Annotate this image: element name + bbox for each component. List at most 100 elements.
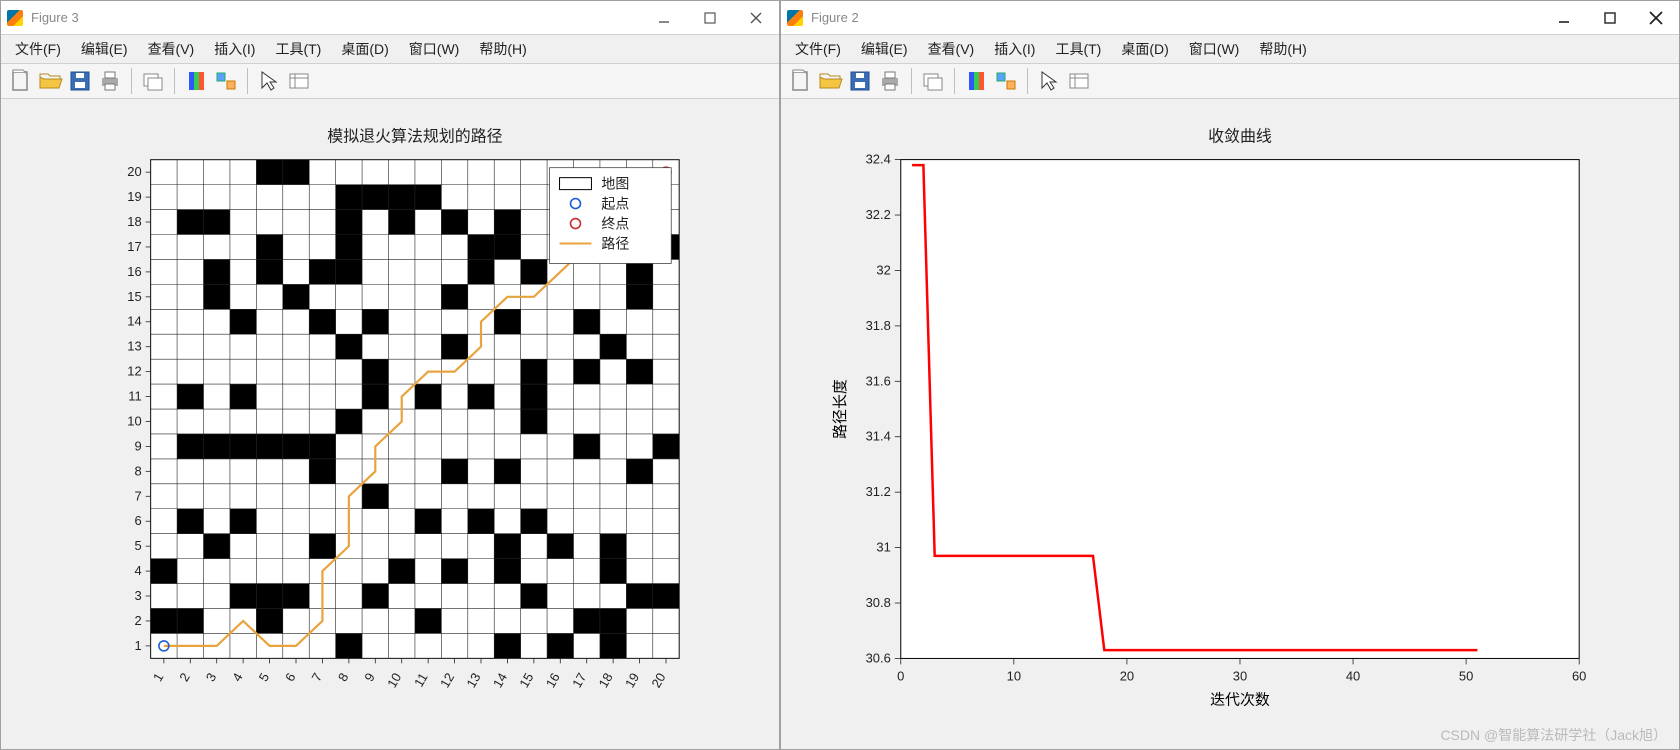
svg-text:32: 32 [876, 262, 890, 277]
toolbar-copyfig-icon[interactable] [139, 67, 167, 95]
svg-text:收敛曲线: 收敛曲线 [1208, 128, 1272, 146]
svg-text:13: 13 [463, 670, 483, 690]
svg-text:8: 8 [134, 463, 141, 478]
svg-text:8: 8 [335, 670, 352, 684]
svg-text:起点: 起点 [601, 196, 629, 212]
svg-text:20: 20 [1120, 668, 1134, 683]
maximize-button[interactable] [687, 1, 733, 34]
svg-text:19: 19 [127, 189, 141, 204]
minimize-button[interactable] [1541, 1, 1587, 34]
toolbar-colorbar-icon[interactable] [962, 67, 990, 95]
axes-path-plan[interactable]: 模拟退火算法规划的路径12345678910111213141516171819… [1, 99, 779, 749]
toolbar-save-icon[interactable] [66, 67, 94, 95]
title-bar[interactable]: Figure 3 [1, 1, 779, 35]
svg-text:13: 13 [127, 339, 141, 354]
menu-view[interactable]: 查看(V) [920, 37, 983, 61]
maximize-button[interactable] [1587, 1, 1633, 34]
svg-text:15: 15 [127, 289, 141, 304]
close-button[interactable] [1633, 1, 1679, 34]
toolbar-new-icon[interactable] [6, 67, 34, 95]
axes-convergence[interactable]: 收敛曲线010203040506030.630.83131.231.431.63… [781, 99, 1679, 749]
svg-text:5: 5 [256, 670, 273, 684]
svg-text:31.2: 31.2 [866, 484, 891, 499]
menu-window[interactable]: 窗口(W) [1181, 37, 1248, 61]
svg-text:17: 17 [569, 670, 589, 690]
toolbar-new-icon[interactable] [786, 67, 814, 95]
menu-bar: 文件(F) 编辑(E) 查看(V) 插入(I) 工具(T) 桌面(D) 窗口(W… [1, 35, 779, 63]
menu-edit[interactable]: 编辑(E) [73, 37, 136, 61]
svg-text:32.4: 32.4 [866, 152, 891, 167]
toolbar-pointer-icon[interactable] [255, 67, 283, 95]
svg-text:模拟退火算法规划的路径: 模拟退火算法规划的路径 [327, 127, 502, 146]
window-title: Figure 3 [31, 10, 79, 25]
menu-help[interactable]: 帮助(H) [471, 37, 534, 61]
svg-text:12: 12 [127, 364, 141, 379]
toolbar-datacursor-icon[interactable] [1065, 67, 1093, 95]
matlab-icon [7, 10, 23, 26]
svg-text:20: 20 [648, 670, 668, 690]
toolbar-colorbar-icon[interactable] [182, 67, 210, 95]
menu-tools[interactable]: 工具(T) [1047, 37, 1109, 61]
figure-window-2: Figure 2 文件(F) 编辑(E) 查看(V) 插入(I) 工具(T) 桌… [780, 0, 1680, 750]
toolbar-linkaxes-icon[interactable] [212, 67, 240, 95]
menu-insert[interactable]: 插入(I) [206, 37, 263, 61]
svg-text:0: 0 [897, 668, 904, 683]
close-button[interactable] [733, 1, 779, 34]
svg-text:30: 30 [1233, 668, 1247, 683]
window-title: Figure 2 [811, 10, 859, 25]
svg-text:2: 2 [176, 670, 193, 684]
toolbar-open-icon[interactable] [816, 67, 844, 95]
svg-text:17: 17 [127, 239, 141, 254]
svg-text:30.8: 30.8 [866, 595, 891, 610]
title-bar[interactable]: Figure 2 [781, 1, 1679, 35]
menu-insert[interactable]: 插入(I) [986, 37, 1043, 61]
svg-text:31.6: 31.6 [866, 373, 891, 388]
svg-text:15: 15 [516, 670, 536, 690]
svg-text:1: 1 [150, 670, 167, 684]
figure-window-3: Figure 3 文件(F) 编辑(E) 查看(V) 插入(I) 工具(T) 桌… [0, 0, 780, 750]
svg-text:30.6: 30.6 [866, 650, 891, 665]
svg-text:路径: 路径 [601, 235, 629, 251]
minimize-button[interactable] [641, 1, 687, 34]
svg-text:14: 14 [490, 670, 510, 690]
svg-text:12: 12 [437, 670, 457, 690]
svg-text:9: 9 [134, 438, 141, 453]
menu-file[interactable]: 文件(F) [787, 37, 849, 61]
toolbar-open-icon[interactable] [36, 67, 64, 95]
toolbar-print-icon[interactable] [876, 67, 904, 95]
svg-text:2: 2 [134, 613, 141, 628]
svg-text:16: 16 [127, 264, 141, 279]
menu-desktop[interactable]: 桌面(D) [333, 37, 396, 61]
svg-text:60: 60 [1572, 668, 1586, 683]
toolbar-pointer-icon[interactable] [1035, 67, 1063, 95]
svg-text:10: 10 [1007, 668, 1021, 683]
svg-text:18: 18 [127, 214, 141, 229]
toolbar-print-icon[interactable] [96, 67, 124, 95]
svg-text:32.2: 32.2 [866, 207, 891, 222]
menu-desktop[interactable]: 桌面(D) [1113, 37, 1176, 61]
svg-text:7: 7 [308, 670, 325, 684]
menu-file[interactable]: 文件(F) [7, 37, 69, 61]
svg-text:31.8: 31.8 [866, 318, 891, 333]
menu-view[interactable]: 查看(V) [140, 37, 203, 61]
svg-text:路径长度: 路径长度 [832, 379, 849, 439]
matlab-icon [787, 10, 803, 26]
svg-text:3: 3 [203, 670, 220, 684]
svg-text:终点: 终点 [601, 216, 629, 232]
menu-window[interactable]: 窗口(W) [401, 37, 468, 61]
svg-text:31.4: 31.4 [866, 429, 891, 444]
toolbar-copyfig-icon[interactable] [919, 67, 947, 95]
menu-tools[interactable]: 工具(T) [267, 37, 329, 61]
svg-text:31: 31 [876, 540, 890, 555]
svg-text:迭代次数: 迭代次数 [1210, 691, 1270, 708]
svg-text:11: 11 [128, 389, 141, 404]
svg-text:6: 6 [282, 670, 299, 684]
toolbar-linkaxes-icon[interactable] [992, 67, 1020, 95]
toolbar-datacursor-icon[interactable] [285, 67, 313, 95]
toolbar-save-icon[interactable] [846, 67, 874, 95]
svg-text:1: 1 [134, 638, 141, 653]
menu-edit[interactable]: 编辑(E) [853, 37, 916, 61]
svg-text:40: 40 [1346, 668, 1360, 683]
svg-text:3: 3 [134, 588, 141, 603]
menu-help[interactable]: 帮助(H) [1251, 37, 1314, 61]
